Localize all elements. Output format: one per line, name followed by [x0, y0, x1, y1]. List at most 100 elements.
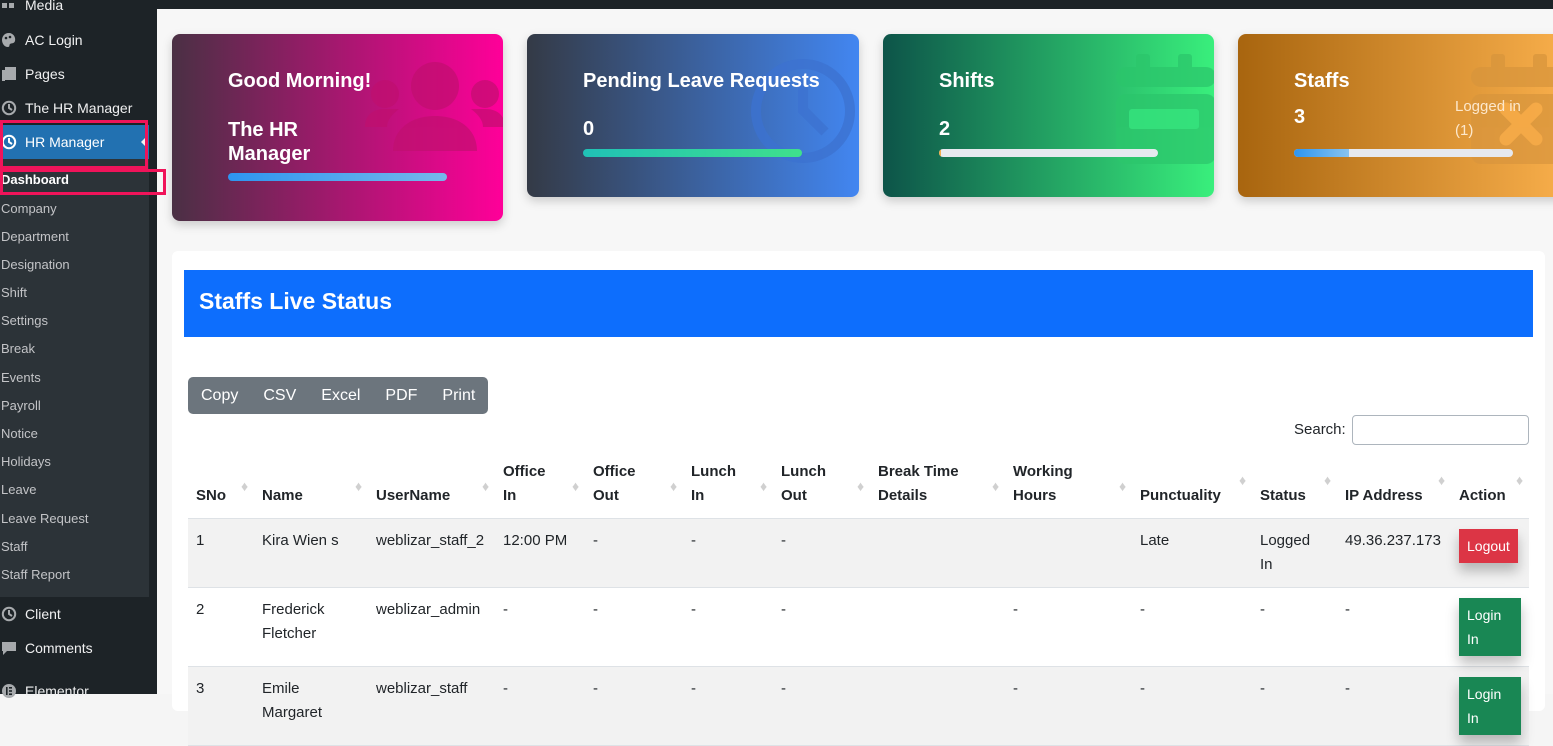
cell-lunch-out: - [773, 666, 870, 746]
column-header-ip-address[interactable]: IP Address ♦ [1337, 452, 1451, 519]
submenu-item-staff[interactable]: Staff [1, 539, 28, 554]
admin-sidebar: Media AC Login Pages The HR Manager HR M… [0, 0, 166, 699]
users-icon [365, 62, 503, 151]
sort-icon: ♦ [992, 478, 1000, 494]
card-title: Staffs [1294, 70, 1350, 92]
cell-punctuality: - [1132, 666, 1252, 746]
sidebar-item-media[interactable]: Media [0, 0, 149, 22]
login-button[interactable]: Login In [1459, 677, 1521, 735]
column-header-status[interactable]: Status ♦ [1252, 452, 1337, 519]
cell-working-hours: - [1005, 666, 1132, 746]
search-input[interactable] [1352, 415, 1529, 445]
sort-icon: ♦ [482, 478, 490, 494]
sort-icon: ♦ [857, 478, 865, 494]
sidebar-item-label: The HR Manager [25, 100, 133, 116]
submenu-item-department[interactable]: Department [1, 229, 69, 244]
pdf-button[interactable]: PDF [385, 387, 417, 405]
cell-ip: 49.36.237.173 [1337, 518, 1451, 588]
column-label: Break Time Details [878, 463, 959, 504]
cell-office-out: - [585, 518, 683, 588]
cell-working-hours [1005, 518, 1132, 588]
print-button[interactable]: Print [442, 387, 475, 405]
cell-ip: - [1337, 587, 1451, 667]
csv-button[interactable]: CSV [263, 387, 296, 405]
submenu-item-shift[interactable]: Shift [1, 285, 27, 300]
column-label: Punctuality [1140, 487, 1221, 504]
copy-button[interactable]: Copy [201, 387, 238, 405]
card-value: 3 [1294, 106, 1306, 128]
excel-button[interactable]: Excel [321, 387, 360, 405]
column-label: Action [1459, 487, 1506, 504]
hr-manager-submenu: Dashboard Company Department Designation… [0, 159, 149, 597]
cell-break-time [870, 587, 1005, 667]
sidebar-item-label: HR Manager [25, 134, 105, 150]
column-header-office-in[interactable]: Office In ♦ [495, 452, 585, 519]
sidebar-item-elementor[interactable]: Elementor [0, 674, 149, 708]
submenu-item-leave-request[interactable]: Leave Request [1, 511, 88, 526]
column-label: Status [1260, 487, 1306, 504]
column-header-name[interactable]: Name ♦ [254, 452, 368, 519]
calendar-icon [1116, 54, 1214, 164]
card-value: The HR Manager [228, 119, 311, 165]
palette-icon [0, 31, 18, 49]
sidebar-item-pages[interactable]: Pages [0, 57, 149, 91]
sidebar-item-label: Client [25, 606, 61, 622]
submenu-item-payroll[interactable]: Payroll [1, 398, 41, 413]
card-progress-bar [228, 173, 447, 181]
cell-break-time [870, 518, 1005, 588]
column-header-lunch-in[interactable]: Lunch In ♦ [683, 452, 773, 519]
column-header-working-hours[interactable]: Working Hours ♦ [1005, 452, 1132, 519]
column-header-office-out[interactable]: Office Out ♦ [585, 452, 683, 519]
card-title: Shifts [939, 70, 995, 92]
admin-top-bar [0, 0, 1553, 9]
column-label: Office Out [593, 463, 636, 504]
submenu-item-dashboard[interactable]: Dashboard [1, 172, 69, 187]
sort-icon: ♦ [1438, 472, 1446, 488]
submenu-item-company[interactable]: Company [1, 201, 57, 216]
cell-break-time [870, 666, 1005, 746]
table-row: 1 Kira Wien s weblizar_staff_2 12:00 PM … [188, 518, 1529, 588]
sidebar-item-ac-login[interactable]: AC Login [0, 23, 149, 57]
cell-office-out: - [585, 666, 683, 746]
submenu-item-leave[interactable]: Leave [1, 482, 36, 497]
column-header-punctuality[interactable]: Punctuality ♦ [1132, 452, 1252, 519]
comment-icon [0, 639, 18, 657]
card-progress-fill [1294, 149, 1349, 157]
submenu-item-break[interactable]: Break [1, 341, 35, 356]
sidebar-item-hr-manager[interactable]: HR Manager [0, 125, 149, 159]
status-text: Logged In [1260, 532, 1311, 573]
card-progress-bar [939, 149, 1158, 157]
submenu-item-events[interactable]: Events [1, 370, 41, 385]
column-header-lunch-out[interactable]: Lunch Out ♦ [773, 452, 870, 519]
submenu-item-notice[interactable]: Notice [1, 426, 38, 441]
column-label: UserName [376, 487, 451, 504]
column-header-action[interactable]: Action ♦ [1451, 452, 1529, 519]
submenu-item-holidays[interactable]: Holidays [1, 454, 51, 469]
submenu-item-staff-report[interactable]: Staff Report [1, 567, 70, 582]
sidebar-item-client[interactable]: Client [0, 597, 149, 631]
name-text: Emile Margaret [262, 680, 323, 721]
sidebar-item-the-hr-manager[interactable]: The HR Manager [0, 91, 149, 125]
table-row: 2 Frederick Fletcher weblizar_admin - - … [188, 587, 1529, 667]
clock-icon [0, 133, 18, 151]
panel-title: Staffs Live Status [184, 270, 1533, 337]
column-header-username[interactable]: UserName ♦ [368, 452, 495, 519]
sort-icon: ♦ [760, 478, 768, 494]
cell-office-in: - [495, 587, 585, 667]
login-button[interactable]: Login In [1459, 598, 1521, 656]
sort-icon: ♦ [572, 478, 580, 494]
logout-button[interactable]: Logout [1459, 529, 1518, 563]
sort-icon: ♦ [1516, 472, 1524, 488]
sidebar-scrollbar[interactable] [149, 0, 157, 694]
cell-lunch-out: - [773, 587, 870, 667]
submenu-item-settings[interactable]: Settings [1, 313, 48, 328]
cell-username: weblizar_staff_2 [368, 518, 495, 588]
cell-username: weblizar_staff [368, 666, 495, 746]
cell-lunch-in: - [683, 666, 773, 746]
media-icon [0, 0, 18, 14]
shifts-card: Shifts 2 [883, 34, 1214, 197]
submenu-item-designation[interactable]: Designation [1, 257, 70, 272]
column-header-sno[interactable]: SNo ♦ [188, 452, 254, 519]
column-header-break-time[interactable]: Break Time Details ♦ [870, 452, 1005, 519]
sidebar-item-comments[interactable]: Comments [0, 631, 149, 665]
